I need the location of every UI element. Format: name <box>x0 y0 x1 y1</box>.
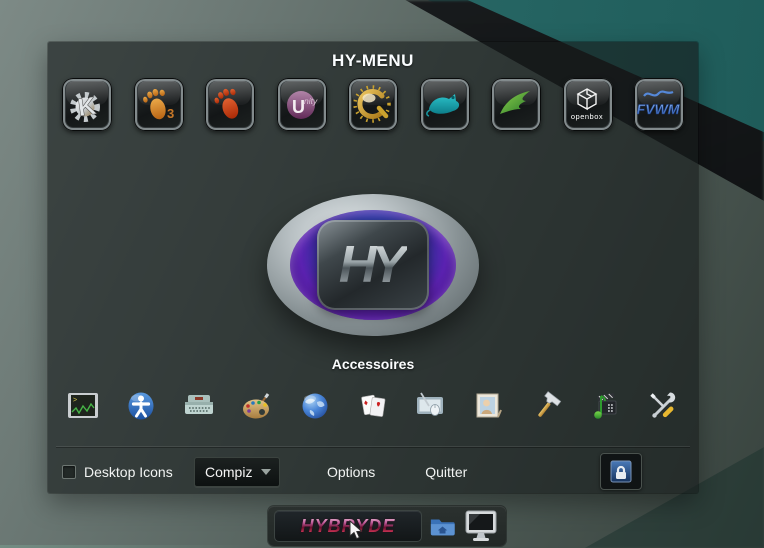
category-multimedia[interactable] <box>588 388 622 424</box>
panel-title: HY-MENU <box>48 51 698 71</box>
logo-plate: HY <box>317 220 429 310</box>
mouse-cursor <box>349 520 365 542</box>
lock-screen-icon <box>609 459 633 485</box>
xfce-mouse-icon <box>423 83 467 127</box>
svg-text:K: K <box>76 91 98 121</box>
category-photos[interactable] <box>472 388 506 424</box>
universal-access-icon <box>124 389 158 423</box>
category-universal-access[interactable] <box>124 388 158 424</box>
category-label: Accessoires <box>48 356 698 372</box>
hybryde-menu-button[interactable]: HYBRYDE <box>274 510 422 542</box>
hybryde-center-logo: HY <box>267 194 479 336</box>
display-button[interactable] <box>464 509 498 543</box>
desktop-icons-label: Desktop Icons <box>84 464 174 480</box>
category-settings[interactable] <box>414 388 448 424</box>
category-graphics[interactable] <box>240 388 274 424</box>
svg-text:>: > <box>73 397 77 404</box>
options-button[interactable]: Options <box>327 464 375 480</box>
category-office[interactable] <box>182 388 216 424</box>
hy-menu-panel: HY-MENU K <box>48 42 698 493</box>
category-internet[interactable] <box>298 388 332 424</box>
svg-text:nity: nity <box>304 96 318 106</box>
de-kde-button[interactable]: K <box>62 78 112 131</box>
paint-palette-icon <box>240 389 274 423</box>
photo-frame-icon <box>472 389 506 423</box>
panel-separator <box>56 446 690 447</box>
kde-icon: K <box>65 83 109 127</box>
category-accessories[interactable]: > <box>66 388 100 424</box>
desktop-environment-row: K 3 <box>62 78 684 134</box>
system-monitor-icon: > <box>66 389 100 423</box>
de-unity-button[interactable]: U nity <box>277 78 327 131</box>
gnome-foot-icon <box>208 83 252 127</box>
logo-swirl: HY <box>290 210 456 320</box>
svg-text:openbox: openbox <box>570 112 602 121</box>
multimedia-note-icon <box>588 389 622 423</box>
de-gnome-button[interactable] <box>205 78 255 131</box>
unity-icon: U nity <box>280 83 324 127</box>
de-xfce-button[interactable] <box>420 78 470 131</box>
window-manager-dropdown[interactable]: Compiz <box>194 457 280 487</box>
home-folder-icon <box>429 514 457 538</box>
de-openbox-button[interactable]: openbox <box>563 78 613 131</box>
playing-cards-icon <box>356 389 390 423</box>
display-icon <box>464 509 498 543</box>
taskbar: HYBRYDE <box>268 506 506 546</box>
openbox-cube-icon: openbox <box>566 83 610 127</box>
globe-icon <box>298 389 332 423</box>
chevron-down-icon <box>261 469 271 475</box>
desktop-icons-checkbox[interactable] <box>62 465 76 479</box>
fvwm-icon: FVWM <box>637 83 681 127</box>
panel-controls: Desktop Icons Compiz Options Quitter <box>48 452 698 492</box>
category-system-tools[interactable] <box>646 388 680 424</box>
typewriter-icon <box>182 389 216 423</box>
crossed-tools-icon <box>646 389 680 423</box>
tablet-mouse-icon <box>414 389 448 423</box>
enlightenment-sun-icon <box>351 83 395 127</box>
svg-text:3: 3 <box>167 106 174 121</box>
category-development[interactable] <box>530 388 564 424</box>
category-games[interactable] <box>356 388 390 424</box>
de-enlightenment-button[interactable] <box>348 78 398 131</box>
lock-screen-button[interactable] <box>600 453 642 490</box>
svg-text:FVWM: FVWM <box>637 101 680 117</box>
hammer-icon <box>530 389 564 423</box>
gnome3-foot-icon: 3 <box>137 83 181 127</box>
logo-monogram: HY <box>339 235 407 295</box>
de-fvwm-button[interactable]: FVWM <box>634 78 684 131</box>
window-manager-value: Compiz <box>205 464 261 480</box>
home-folder-button[interactable] <box>429 514 457 538</box>
category-icon-row: > <box>66 386 680 426</box>
lxde-swallow-icon <box>494 83 538 127</box>
de-gnome3-button[interactable]: 3 <box>134 78 184 131</box>
de-lxde-button[interactable] <box>491 78 541 131</box>
hybryde-logo: HYBRYDE <box>301 516 396 537</box>
quit-button[interactable]: Quitter <box>425 464 467 480</box>
